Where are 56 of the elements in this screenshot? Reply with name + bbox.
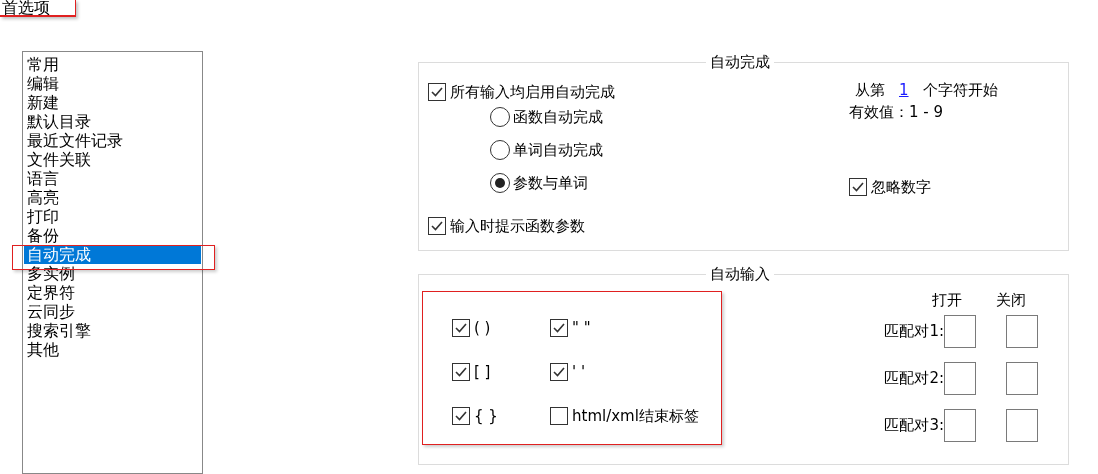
input-field[interactable] (944, 315, 976, 348)
list-item[interactable]: 最近文件记录 (24, 131, 201, 150)
pair-label: 匹配对2: (883, 368, 944, 390)
checkbox[interactable] (428, 217, 446, 236)
radio-button[interactable] (490, 107, 510, 127)
checkbox-label: ' ' (572, 361, 585, 383)
list-item[interactable]: 备份 (24, 226, 201, 245)
checkbox[interactable] (849, 178, 867, 197)
list-item[interactable]: 新建 (24, 93, 201, 112)
checkbox[interactable] (550, 363, 568, 381)
checkbox-label: [ ] (474, 361, 491, 383)
checkbox-label: { } (474, 405, 498, 427)
checkbox-label: 所有输入均启用自动完成 (450, 82, 615, 103)
radio-button[interactable] (490, 173, 510, 193)
label: 从第 (855, 80, 885, 101)
column-header: 关闭 (995, 290, 1027, 311)
checkbox-label: " " (572, 317, 591, 339)
list-item[interactable]: 高亮 (24, 188, 201, 207)
radio-button[interactable] (490, 140, 510, 160)
group-title: 自动完成 (706, 52, 774, 72)
checkbox-label: 忽略数字 (871, 177, 931, 198)
input-field[interactable] (944, 409, 976, 442)
checkbox-label: 输入时提示函数参数 (450, 216, 585, 237)
list-item[interactable]: 打印 (24, 207, 201, 226)
list-item[interactable]: 常用 (24, 55, 201, 74)
number-link[interactable]: 1 (895, 79, 913, 102)
checkbox[interactable] (550, 407, 568, 425)
checkbox[interactable] (452, 407, 470, 425)
list-item[interactable]: 文件关联 (24, 150, 201, 169)
group-title: 自动输入 (706, 264, 774, 284)
list-item[interactable]: 其他 (24, 340, 201, 359)
radio-label: 单词自动完成 (513, 139, 603, 161)
column-header: 打开 (931, 290, 963, 311)
checkbox-label: html/xml结束标签 (572, 405, 699, 427)
pair-label: 匹配对1: (883, 321, 944, 343)
valid-range-text: 有效值：1 - 9 (849, 102, 944, 123)
list-item[interactable]: 搜索引擎 (24, 321, 201, 340)
pair-label: 匹配对3: (883, 415, 944, 437)
radio-label: 参数与单词 (513, 172, 588, 194)
radio-label: 函数自动完成 (513, 106, 603, 128)
checkbox[interactable] (428, 83, 446, 102)
checkbox[interactable] (452, 363, 470, 381)
checkbox[interactable] (550, 319, 568, 337)
list-item[interactable]: 云同步 (24, 302, 201, 321)
checkbox[interactable] (452, 319, 470, 337)
list-item[interactable]: 默认目录 (24, 112, 201, 131)
label: 个字符开始 (922, 80, 998, 101)
input-field[interactable] (1006, 409, 1038, 442)
input-field[interactable] (1006, 362, 1038, 395)
checkbox-label: ( ) (474, 317, 491, 339)
list-item[interactable]: 编辑 (24, 74, 201, 93)
input-field[interactable] (1006, 315, 1038, 348)
input-field[interactable] (944, 362, 976, 395)
title-tab[interactable]: 首选项 (0, 0, 76, 17)
list-item[interactable]: 定界符 (24, 283, 201, 302)
list-item[interactable]: 语言 (24, 169, 201, 188)
